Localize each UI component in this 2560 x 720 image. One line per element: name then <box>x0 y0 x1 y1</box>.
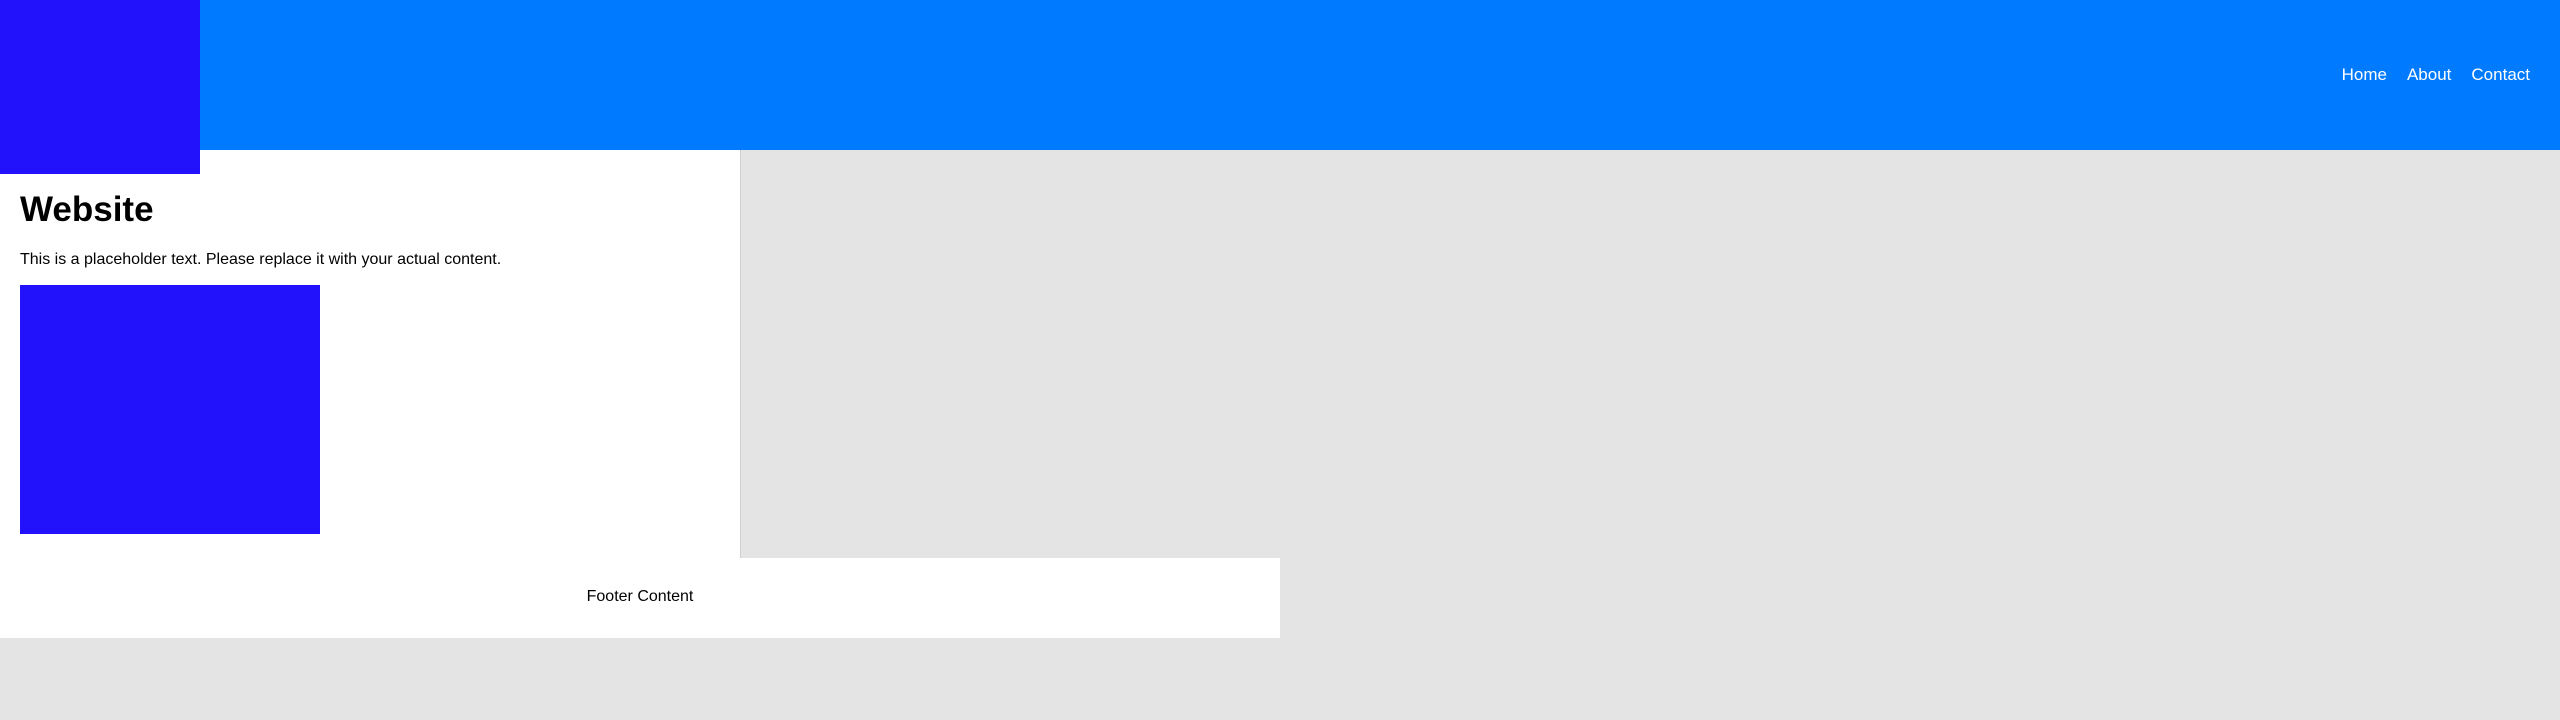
body-text: This is a placeholder text. Please repla… <box>20 251 502 268</box>
footer-text: Footer Content <box>586 588 694 605</box>
site-header: Home About Contact <box>0 0 2560 150</box>
nav-link-home[interactable]: Home <box>2342 63 2387 87</box>
page: Home About Contact Website This is a pla… <box>0 0 2560 720</box>
main-nav: Home About Contact <box>2322 63 2530 87</box>
nav-link-contact[interactable]: Contact <box>2471 63 2530 87</box>
logo-image[interactable] <box>0 0 200 174</box>
nav-link-about[interactable]: About <box>2407 63 2451 87</box>
main-content: Website This is a placeholder text. Plea… <box>0 150 741 558</box>
page-title: Website <box>20 190 154 229</box>
content-image <box>20 285 320 534</box>
site-footer: Footer Content <box>0 558 1280 638</box>
